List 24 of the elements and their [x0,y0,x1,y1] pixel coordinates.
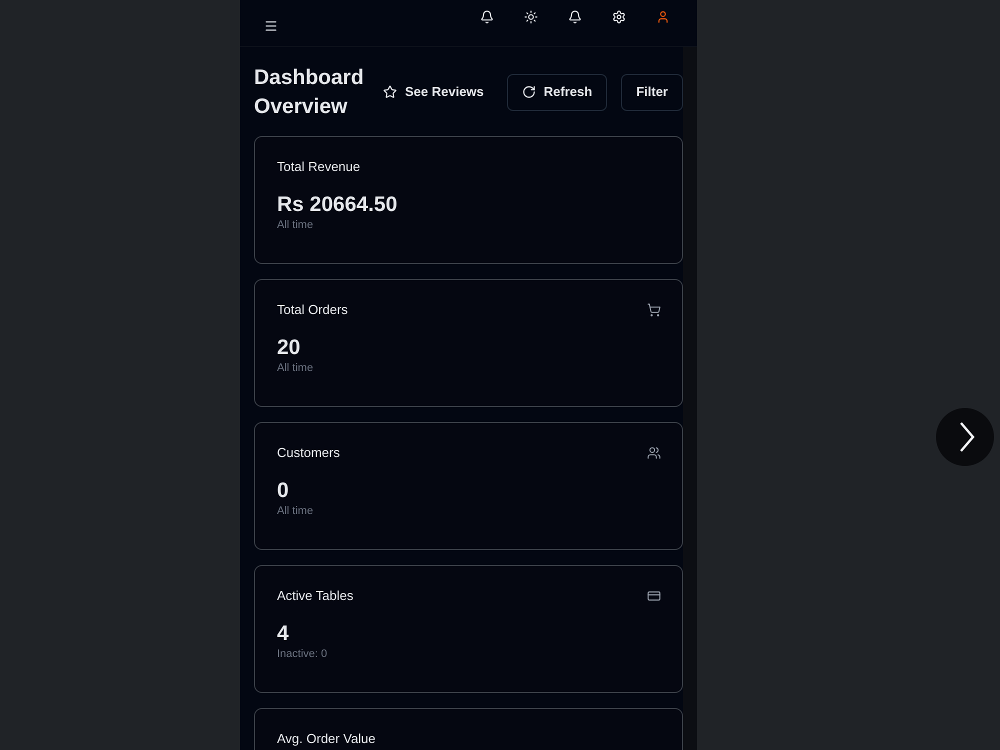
card-note: All time [277,361,314,375]
toolbar-button[interactable]: Filter [621,74,683,110]
card-note: All time [277,218,314,232]
page-title: Dashboard Overview [254,65,365,120]
card-title: Customers [277,446,340,460]
chevron-right-icon [958,422,974,452]
star-icon [383,85,397,99]
card-title: Total Revenue [277,160,360,174]
card-value: 0 [277,478,290,504]
see-reviews-link[interactable]: See Reviews [374,74,493,110]
menu-icon[interactable] [264,20,278,32]
card-note: All time [277,504,314,518]
card-icon [647,589,661,603]
card-title: Avg. Order Value [277,732,376,746]
card-title: Total Orders [277,303,348,317]
cart-icon [647,303,661,317]
refresh-icon [522,85,536,99]
card-value: 20 [277,335,302,361]
users-icon [647,446,661,460]
card-note: Inactive: 0 [277,647,328,661]
card-title: Active Tables [277,589,354,603]
toolbar-button[interactable]: Refresh [506,74,608,110]
card-value: Rs 20664.50 [277,192,398,218]
card-value: 4 [277,621,290,647]
